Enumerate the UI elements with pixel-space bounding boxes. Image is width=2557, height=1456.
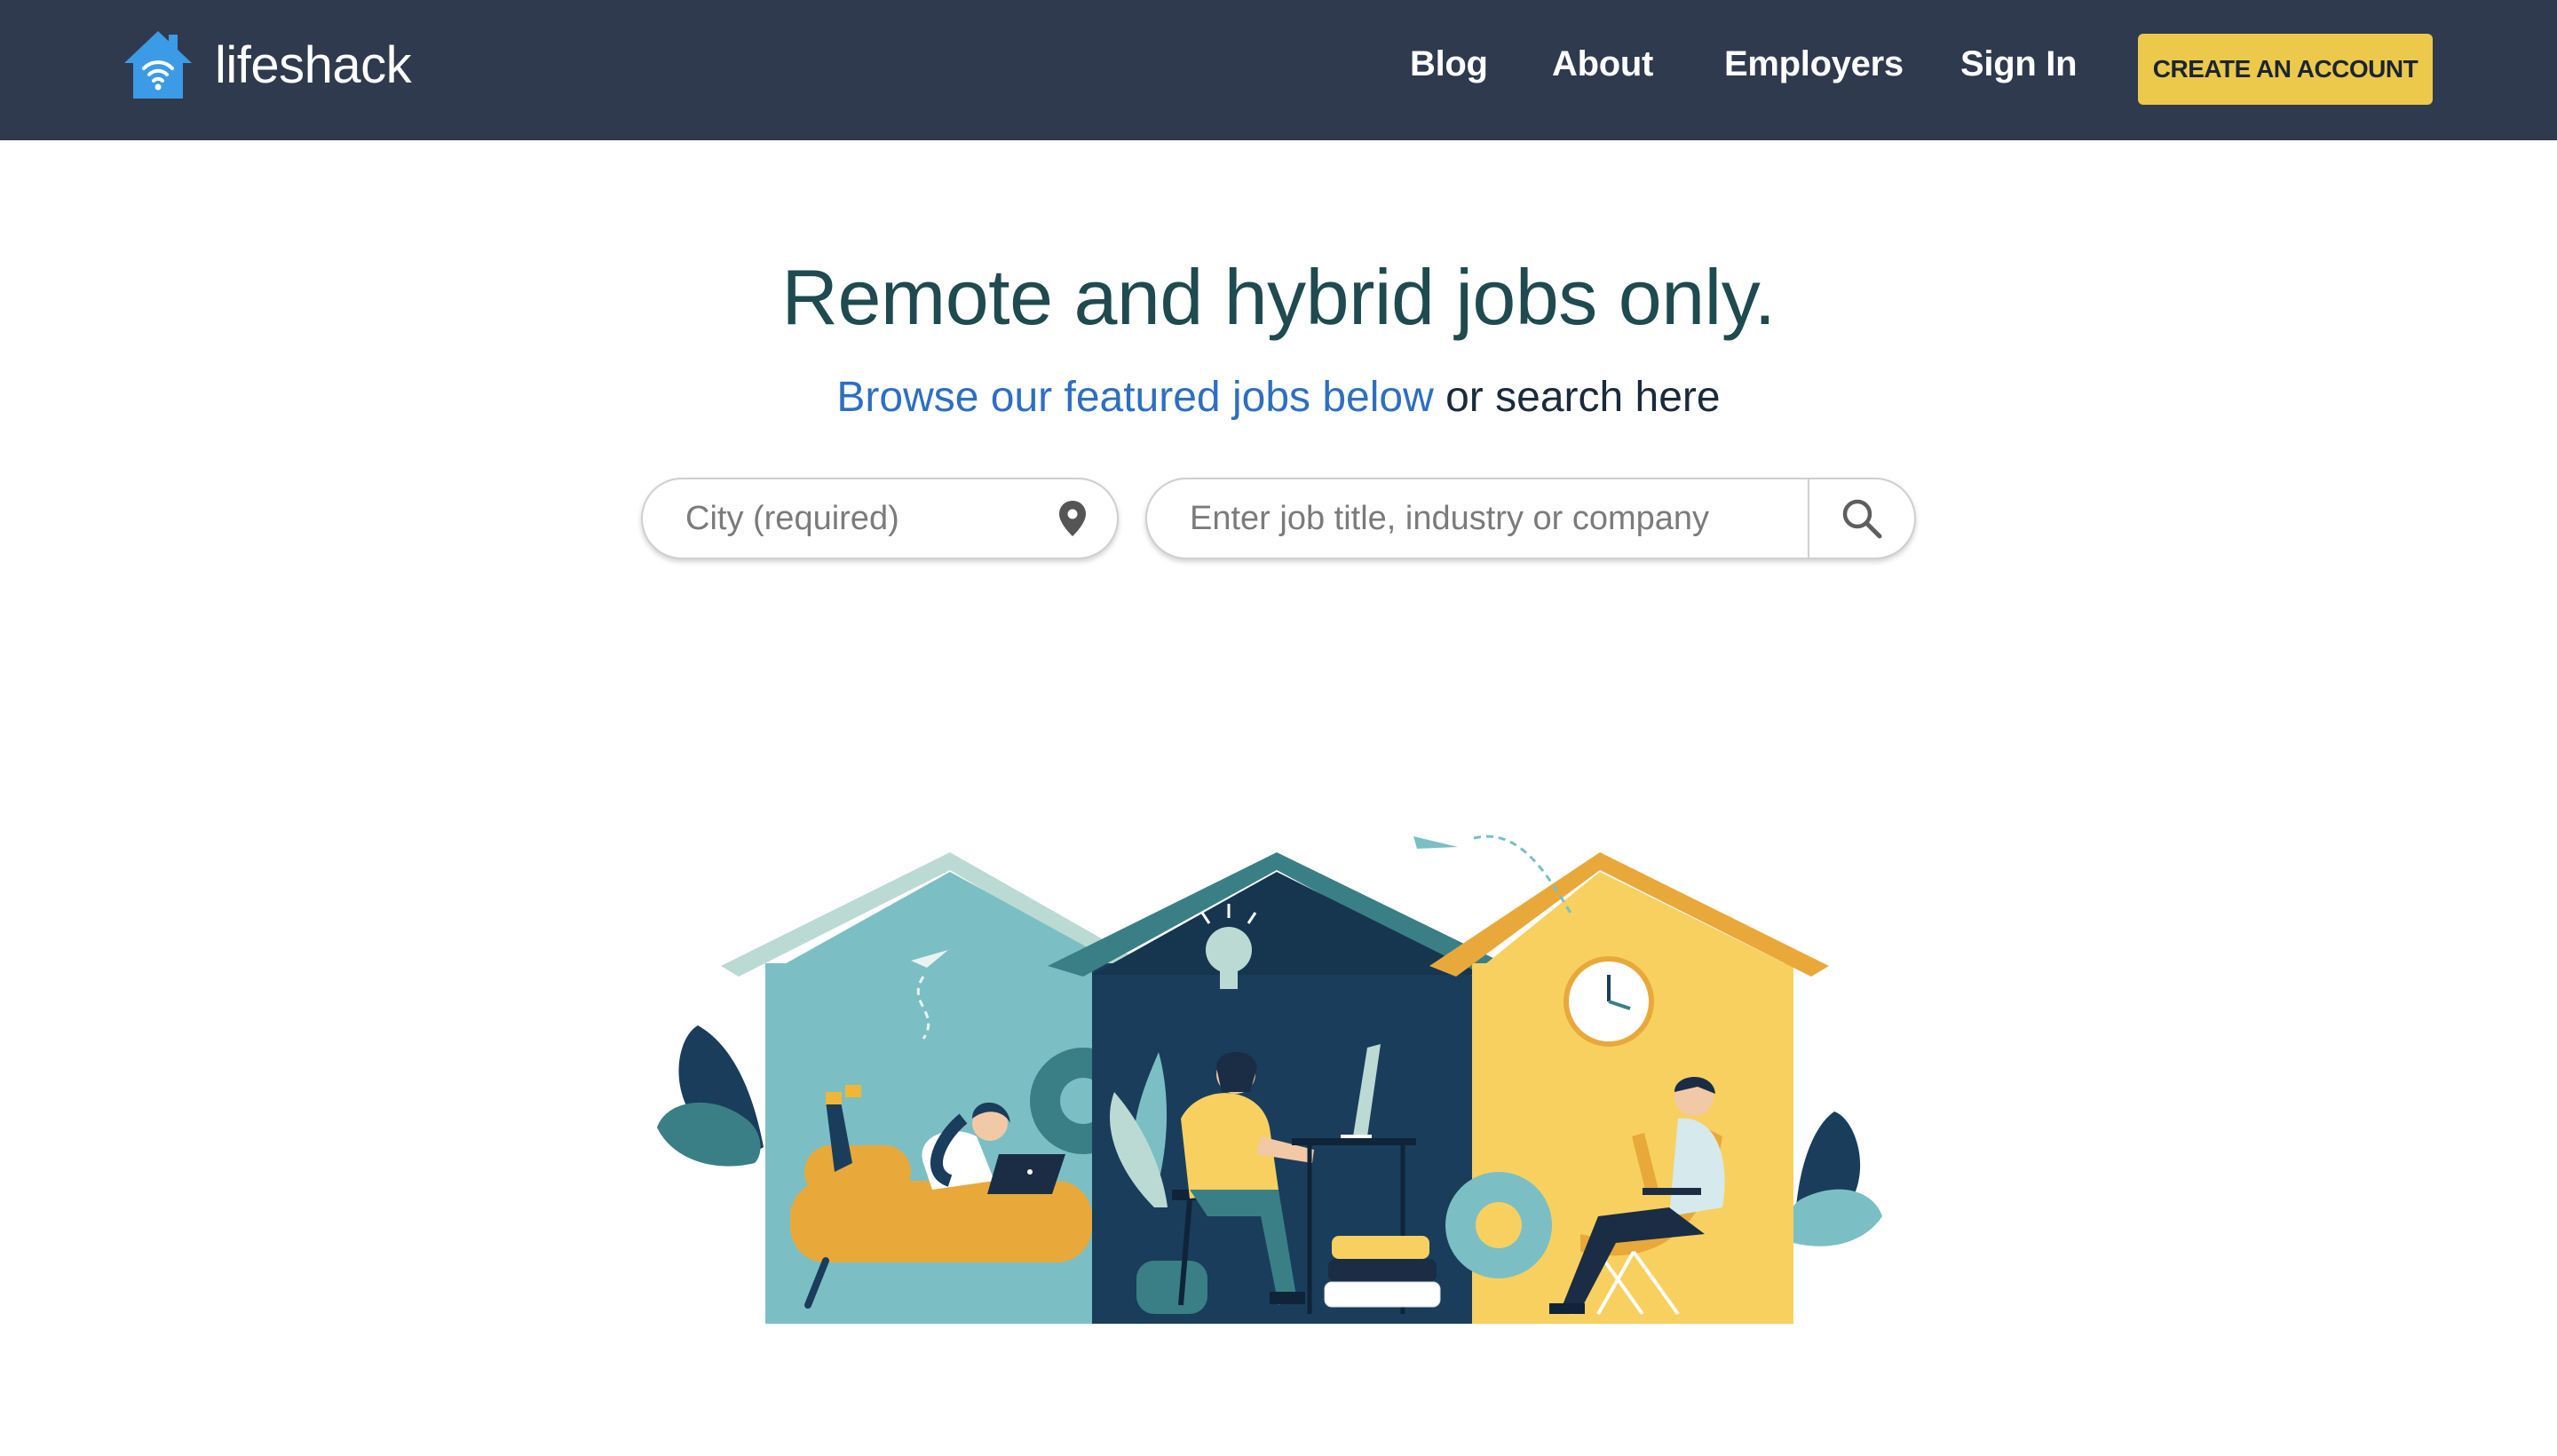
- job-search-field: [1145, 478, 1916, 559]
- remote-work-houses-illustration: [657, 835, 1882, 1324]
- create-account-button[interactable]: CREATE AN ACCOUNT: [2138, 34, 2433, 105]
- left-leaves-decoration: [657, 1025, 764, 1167]
- search-submit-button[interactable]: [1809, 479, 1914, 558]
- nav-link-about[interactable]: About: [1552, 44, 1653, 84]
- page-headline: Remote and hybrid jobs only.: [781, 253, 1776, 341]
- logo-text: lifeshack: [215, 36, 412, 94]
- nav-link-blog[interactable]: Blog: [1410, 44, 1488, 84]
- left-house: [721, 852, 1150, 1324]
- subline-rest-text: or search here: [1433, 374, 1721, 421]
- site-logo[interactable]: lifeshack: [121, 25, 412, 105]
- city-search-field: [641, 478, 1119, 559]
- city-input[interactable]: [643, 479, 1033, 558]
- hero-subline: Browse our featured jobs below or search…: [0, 373, 2557, 422]
- nav-link-employers[interactable]: Employers: [1724, 44, 1904, 84]
- location-pin-icon: [1059, 501, 1086, 536]
- top-navbar: lifeshack Blog About Employers Sign In C…: [0, 0, 2557, 140]
- job-keyword-input[interactable]: [1147, 479, 1808, 558]
- right-leaves-decoration: [1787, 1112, 1882, 1246]
- center-house: [1048, 852, 1509, 1324]
- house-wifi-logo-icon: [124, 31, 192, 99]
- right-house: [1413, 835, 1829, 1324]
- magnifier-icon: [1842, 499, 1882, 539]
- nav-link-sign-in[interactable]: Sign In: [1960, 44, 2078, 84]
- browse-featured-jobs-link[interactable]: Browse our featured jobs below: [836, 374, 1433, 421]
